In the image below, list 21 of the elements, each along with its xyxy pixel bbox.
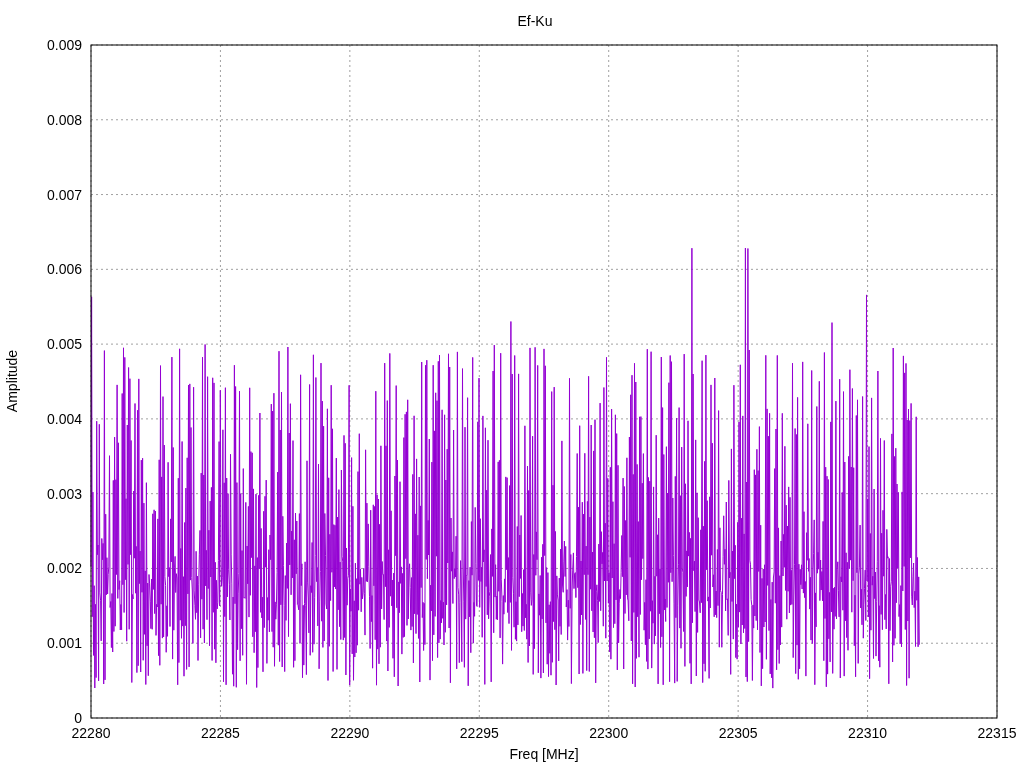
y-tick-label: 0.004	[46, 410, 82, 427]
x-tick-label: 22290	[330, 725, 370, 741]
y-axis-label: Amplitude	[4, 349, 20, 413]
y-tick-label: 0.008	[46, 111, 82, 128]
x-tick-label: 22295	[459, 725, 499, 741]
y-tick-label: 0.009	[46, 37, 82, 53]
x-tick-label: 22300	[589, 725, 629, 741]
y-tick-label: 0.005	[46, 336, 82, 353]
chart-title: Ef-Ku	[517, 13, 553, 29]
x-tick-label: 22310	[848, 725, 888, 741]
y-tick-label: 0.007	[46, 186, 82, 203]
x-tick-label: 22285	[200, 725, 240, 741]
y-tick-label: 0.003	[46, 485, 82, 502]
x-tick-label: 22315	[977, 725, 1017, 741]
y-tick-label: 0.002	[46, 560, 82, 577]
x-axis-label: Freq [MHz]	[509, 746, 579, 762]
y-tick-label: 0	[74, 710, 82, 726]
x-tick-label: 22280	[71, 725, 111, 741]
x-tick-label: 22305	[718, 725, 758, 741]
y-tick-label: 0.001	[46, 635, 82, 652]
y-tick-label: 0.006	[46, 261, 82, 278]
